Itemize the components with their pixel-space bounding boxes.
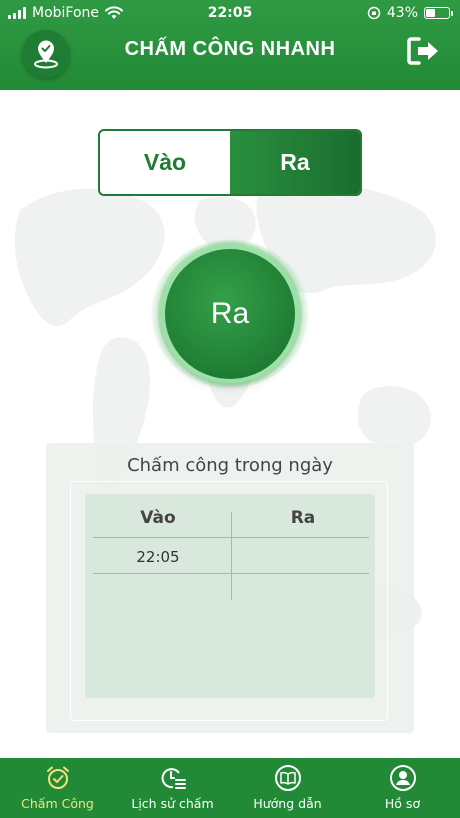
orientation-lock-icon — [367, 6, 381, 20]
status-right: 43% — [367, 5, 453, 21]
page-title: CHẤM CÔNG NHANH — [124, 38, 336, 60]
nav-label: Hướng dẫn — [253, 796, 322, 811]
attendance-table: Vào Ra 22:05 — [85, 494, 375, 698]
mode-toggle: Vào Ra — [98, 129, 362, 196]
column-header-ra: Ra — [290, 508, 316, 528]
battery-percent: 43% — [386, 5, 418, 21]
logout-icon[interactable] — [406, 36, 442, 66]
panel-title: Chấm công trong ngày — [127, 455, 333, 476]
column-header-vao: Vào — [140, 508, 176, 528]
nav-item-cham-cong[interactable]: Chấm Công — [0, 758, 115, 818]
status-bar: MobiFone 22:05 43% — [0, 0, 460, 28]
history-list-icon — [161, 768, 186, 789]
nav-label: Lịch sử chấm — [131, 796, 214, 811]
header: MobiFone 22:05 43% CHẤM CÔNG NHANH — [0, 0, 460, 90]
toggle-option-ra[interactable]: Ra — [230, 131, 360, 194]
nav-label: Hồ sơ — [384, 796, 421, 811]
title-row: CHẤM CÔNG NHANH — [0, 28, 460, 90]
table-cell-vao: 22:05 — [136, 548, 180, 566]
battery-icon — [424, 7, 453, 19]
nav-item-lich-su[interactable]: Lịch sử chấm — [115, 758, 230, 818]
toggle-option-vao[interactable]: Vào — [100, 131, 230, 194]
daily-attendance-panel: Chấm công trong ngày Vào Ra 22:05 — [46, 443, 414, 733]
battery-fill — [426, 9, 436, 17]
check-out-button[interactable]: Ra — [161, 245, 299, 383]
nav-label: Chấm Công — [21, 796, 94, 811]
nav-item-huong-dan[interactable]: Hướng dẫn — [230, 758, 345, 818]
column-divider — [231, 512, 232, 600]
attendance-table-frame: Vào Ra 22:05 — [70, 481, 388, 721]
main-content: Vào Ra Ra Chấm công trong ngày Vào Ra 22… — [0, 90, 460, 758]
bottom-navigation: Chấm Công Lịch sử chấm Hướng dẫn Hồ sơ — [0, 758, 460, 818]
profile-icon — [389, 765, 416, 791]
alarm-clock-icon — [46, 766, 69, 789]
table-row-divider — [93, 573, 369, 574]
book-icon — [274, 765, 301, 791]
nav-item-ho-so[interactable]: Hồ sơ — [345, 758, 460, 818]
